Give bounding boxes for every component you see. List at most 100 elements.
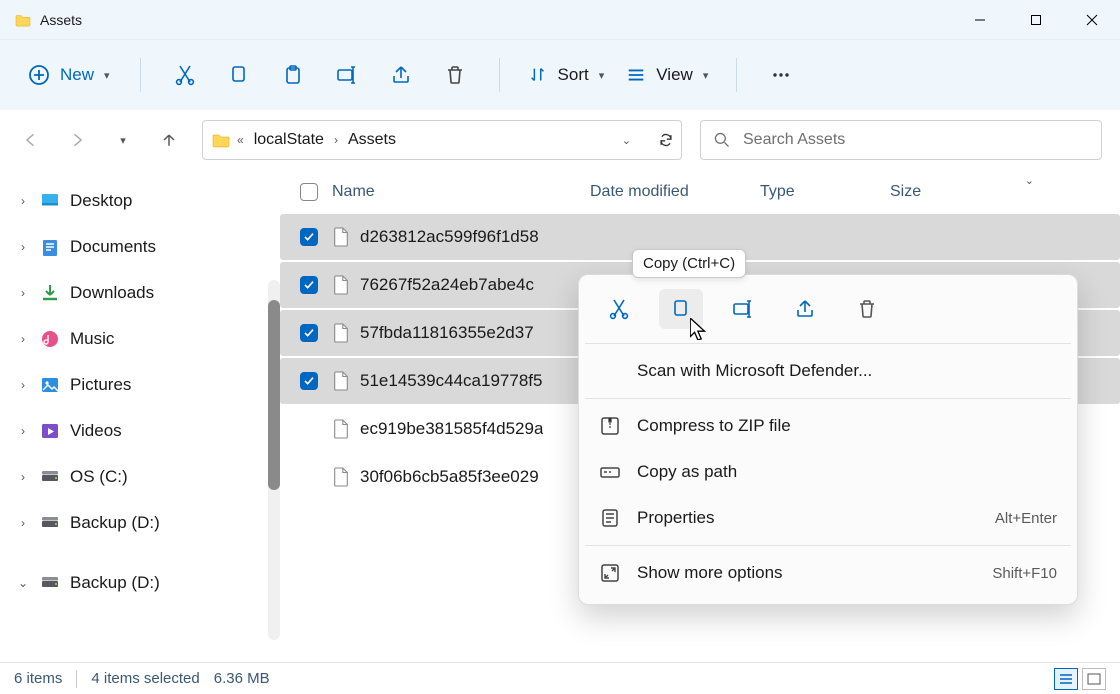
sidebar-item-backup-d-[interactable]: ⌄ Backup (D:) <box>0 560 280 606</box>
videos-icon <box>40 421 60 441</box>
downloads-icon <box>40 283 60 303</box>
ctx-delete-button[interactable] <box>845 289 889 329</box>
close-button[interactable] <box>1064 0 1120 40</box>
details-view-button[interactable] <box>1054 668 1078 690</box>
status-selected: 4 items selected <box>91 670 199 687</box>
view-button[interactable]: View ▾ <box>618 61 716 89</box>
ctx-item-scan-with-microsoft-defender[interactable]: Scan with Microsoft Defender... <box>585 348 1071 394</box>
select-all-checkbox[interactable] <box>300 183 318 201</box>
history-dropdown[interactable]: ⌄ <box>622 134 631 147</box>
ctx-item-label: Properties <box>637 508 714 528</box>
ctx-item-label: Show more options <box>637 563 783 583</box>
scrollbar-thumb[interactable] <box>268 300 280 490</box>
dots-icon <box>770 64 792 86</box>
sidebar-item-downloads[interactable]: › Downloads <box>0 270 280 316</box>
context-menu: Scan with Microsoft Defender... Compress … <box>578 274 1078 605</box>
chevron-icon: › <box>16 378 30 392</box>
sidebar-item-label: Desktop <box>70 191 132 211</box>
rename-button[interactable] <box>323 55 371 95</box>
separator <box>585 343 1071 344</box>
ctx-item-copy-as-path[interactable]: Copy as path <box>585 449 1071 495</box>
thumbnails-view-button[interactable] <box>1082 668 1106 690</box>
breadcrumb-current[interactable]: Assets <box>344 129 400 151</box>
sidebar-item-label: Backup (D:) <box>70 573 160 593</box>
file-icon <box>332 226 350 248</box>
copy-icon <box>228 64 250 86</box>
row-checkbox[interactable] <box>300 228 318 246</box>
up-button[interactable] <box>150 121 188 159</box>
file-name: 57fbda11816355e2d37 <box>360 323 534 343</box>
cut-button[interactable] <box>161 55 209 95</box>
music-icon <box>40 329 60 349</box>
more-button[interactable] <box>757 55 805 95</box>
row-checkbox[interactable] <box>300 324 318 342</box>
address-bar[interactable]: « localState › Assets ⌄ <box>202 120 682 160</box>
column-type[interactable]: Type <box>760 183 890 201</box>
ctx-cut-button[interactable] <box>597 289 641 329</box>
trash-icon <box>444 64 466 86</box>
share-icon <box>794 298 816 320</box>
column-headers[interactable]: Name Date modified Type Size ⌄ <box>280 170 1120 214</box>
sidebar-item-label: Pictures <box>70 375 131 395</box>
chevron-icon: › <box>16 240 30 254</box>
search-box[interactable] <box>700 120 1102 160</box>
new-button[interactable]: New ▾ <box>18 58 120 92</box>
row-checkbox[interactable] <box>300 372 318 390</box>
ctx-share-button[interactable] <box>783 289 827 329</box>
ctx-item-show-more-options[interactable]: Show more optionsShift+F10 <box>585 550 1071 596</box>
maximize-button[interactable] <box>1008 0 1064 40</box>
column-name[interactable]: Name <box>332 183 590 201</box>
rename-icon <box>336 64 358 86</box>
view-label: View <box>656 65 693 85</box>
file-icon <box>332 370 350 392</box>
sidebar-item-label: OS (C:) <box>70 467 128 487</box>
copy-button[interactable] <box>215 55 263 95</box>
mouse-cursor <box>690 318 708 340</box>
plus-circle-icon <box>28 64 50 86</box>
back-button[interactable] <box>12 121 50 159</box>
chevron-icon: ⌄ <box>16 576 30 590</box>
ctx-item-compress-to-zip-file[interactable]: Compress to ZIP file <box>585 403 1071 449</box>
breadcrumb-parent[interactable]: localState <box>250 129 328 151</box>
share-button[interactable] <box>377 55 425 95</box>
sidebar-item-label: Videos <box>70 421 122 441</box>
ctx-item-label: Copy as path <box>637 462 737 482</box>
row-checkbox[interactable] <box>300 276 318 294</box>
ctx-item-properties[interactable]: PropertiesAlt+Enter <box>585 495 1071 541</box>
column-size[interactable]: Size <box>890 183 970 201</box>
refresh-button[interactable] <box>657 131 675 149</box>
sidebar-item-pictures[interactable]: › Pictures <box>0 362 280 408</box>
navigation-pane: › Desktop› Documents› Downloads› Music› … <box>0 170 280 662</box>
paste-button[interactable] <box>269 55 317 95</box>
drive-icon <box>40 467 60 487</box>
minimize-button[interactable] <box>952 0 1008 40</box>
sidebar-item-videos[interactable]: › Videos <box>0 408 280 454</box>
chevron-icon: › <box>16 332 30 346</box>
sidebar-item-backup-d-[interactable]: › Backup (D:) <box>0 500 280 546</box>
recent-button[interactable]: ▾ <box>104 121 142 159</box>
file-icon <box>332 274 350 296</box>
command-bar: New ▾ Sort ▾ View ▾ <box>0 40 1120 110</box>
forward-button[interactable] <box>58 121 96 159</box>
sidebar-item-os-c-[interactable]: › OS (C:) <box>0 454 280 500</box>
share-icon <box>390 64 412 86</box>
sidebar-item-documents[interactable]: › Documents <box>0 224 280 270</box>
sidebar-item-desktop[interactable]: › Desktop <box>0 178 280 224</box>
chevron-down-icon: ▾ <box>104 69 110 82</box>
navigation-row: ▾ « localState › Assets ⌄ <box>0 110 1120 170</box>
chevron-icon: › <box>16 470 30 484</box>
file-name: 76267f52a24eb7abe4c <box>360 275 534 295</box>
cut-icon <box>174 64 196 86</box>
documents-icon <box>40 237 60 257</box>
delete-button[interactable] <box>431 55 479 95</box>
sort-label: Sort <box>558 65 589 85</box>
column-date[interactable]: Date modified <box>590 183 760 201</box>
separator <box>76 670 77 688</box>
sidebar-item-music[interactable]: › Music <box>0 316 280 362</box>
search-input[interactable] <box>743 131 1089 149</box>
chevron-icon: › <box>16 424 30 438</box>
drive-icon <box>40 573 60 593</box>
folder-icon <box>211 132 231 148</box>
sort-button[interactable]: Sort ▾ <box>520 61 613 89</box>
ctx-rename-button[interactable] <box>721 289 765 329</box>
